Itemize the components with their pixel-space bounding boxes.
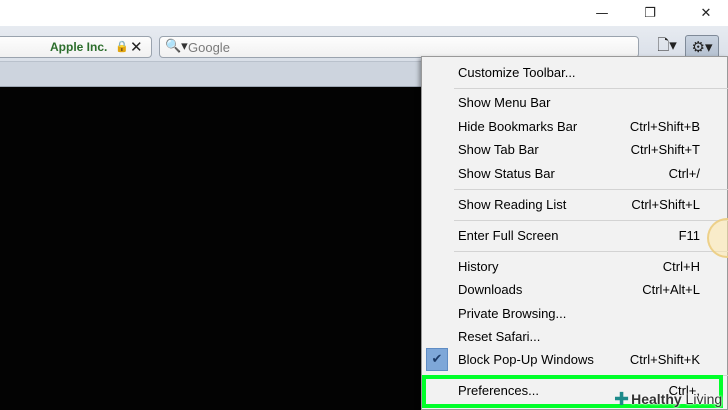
menu-item-block-popup-windows[interactable]: ✔ Block Pop-Up Windows Ctrl+Shift+K bbox=[422, 348, 728, 371]
menu-item-shortcut: Ctrl+Shift+K bbox=[629, 352, 700, 367]
menu-item-shortcut: Ctrl+/ bbox=[668, 166, 700, 181]
menu-separator bbox=[454, 189, 728, 190]
menu-item-label: Show Tab Bar bbox=[458, 142, 539, 157]
checkmark-icon: ✔ bbox=[426, 348, 448, 371]
search-field[interactable]: 🔍▾ Google bbox=[159, 36, 639, 58]
menu-item-shortcut: Ctrl+H bbox=[662, 259, 700, 274]
menu-separator bbox=[454, 251, 728, 252]
menu-item-label: Show Status Bar bbox=[458, 166, 555, 181]
menu-item-shortcut: Ctrl+Shift+B bbox=[629, 119, 700, 134]
menu-item-label: Show Reading List bbox=[458, 197, 567, 212]
menu-item-show-menu-bar[interactable]: Show Menu Bar bbox=[422, 91, 728, 114]
close-window-button[interactable]: ✕ bbox=[684, 0, 728, 26]
menu-item-label: Downloads bbox=[458, 282, 523, 297]
search-icon[interactable]: 🔍▾ bbox=[165, 39, 188, 54]
watermark-logo: ✚ Healthy Living bbox=[614, 388, 723, 410]
minimize-button[interactable]: — bbox=[580, 0, 624, 26]
address-bar[interactable]: Apple Inc. 🔒 ✕ bbox=[0, 36, 152, 58]
menu-item-shortcut: F11 bbox=[678, 228, 700, 243]
menu-item-label: Hide Bookmarks Bar bbox=[458, 119, 578, 134]
title-bar: — ❐ ✕ bbox=[0, 0, 728, 26]
menu-item-shortcut: Ctrl+Alt+L bbox=[642, 282, 700, 297]
menu-item-label: Block Pop-Up Windows bbox=[458, 352, 594, 367]
menu-item-reset-safari[interactable]: Reset Safari... bbox=[422, 325, 728, 348]
menu-item-label: Customize Toolbar... bbox=[458, 65, 576, 80]
search-placeholder: Google bbox=[188, 40, 230, 55]
site-identity-label: Apple Inc. bbox=[50, 40, 108, 54]
close-icon: ✕ bbox=[700, 5, 712, 21]
menu-item-hide-bookmarks-bar[interactable]: Hide Bookmarks Bar Ctrl+Shift+B bbox=[422, 115, 728, 138]
menu-item-label: Show Menu Bar bbox=[458, 95, 551, 110]
menu-item-show-status-bar[interactable]: Show Status Bar Ctrl+/ bbox=[422, 162, 728, 185]
settings-dropdown-menu: Customize Toolbar... Show Menu Bar Hide … bbox=[421, 56, 728, 410]
menu-item-history[interactable]: History Ctrl+H bbox=[422, 255, 728, 278]
menu-separator bbox=[454, 220, 728, 221]
menu-separator bbox=[454, 88, 728, 89]
restore-button[interactable]: ❐ bbox=[628, 0, 672, 26]
menu-item-label: History bbox=[458, 259, 499, 274]
gear-icon: ⚙▾ bbox=[691, 38, 713, 56]
clear-address-icon[interactable]: ✕ bbox=[130, 38, 143, 56]
menu-item-label: Reset Safari... bbox=[458, 329, 541, 344]
plus-icon: ✚ bbox=[614, 388, 630, 410]
menu-item-customize-toolbar[interactable]: Customize Toolbar... bbox=[422, 61, 728, 84]
watermark-text-bold: Healthy bbox=[631, 391, 682, 407]
menu-item-show-tab-bar[interactable]: Show Tab Bar Ctrl+Shift+T bbox=[422, 138, 728, 161]
menu-item-shortcut: Ctrl+Shift+L bbox=[631, 197, 700, 212]
menu-item-show-reading-list[interactable]: Show Reading List Ctrl+Shift+L bbox=[422, 193, 728, 216]
menu-item-label: Enter Full Screen bbox=[458, 228, 559, 243]
lock-icon: 🔒 bbox=[115, 40, 129, 53]
menu-item-label: Private Browsing... bbox=[458, 306, 567, 321]
menu-item-shortcut: Ctrl+Shift+T bbox=[630, 142, 700, 157]
menu-item-downloads[interactable]: Downloads Ctrl+Alt+L bbox=[422, 278, 728, 301]
menu-item-private-browsing[interactable]: Private Browsing... bbox=[422, 302, 728, 325]
restore-icon: ❐ bbox=[644, 5, 656, 21]
watermark-text-light: Living bbox=[681, 391, 723, 407]
minimize-icon: — bbox=[595, 5, 609, 21]
menu-item-enter-full-screen[interactable]: Enter Full Screen F11 bbox=[422, 224, 728, 247]
